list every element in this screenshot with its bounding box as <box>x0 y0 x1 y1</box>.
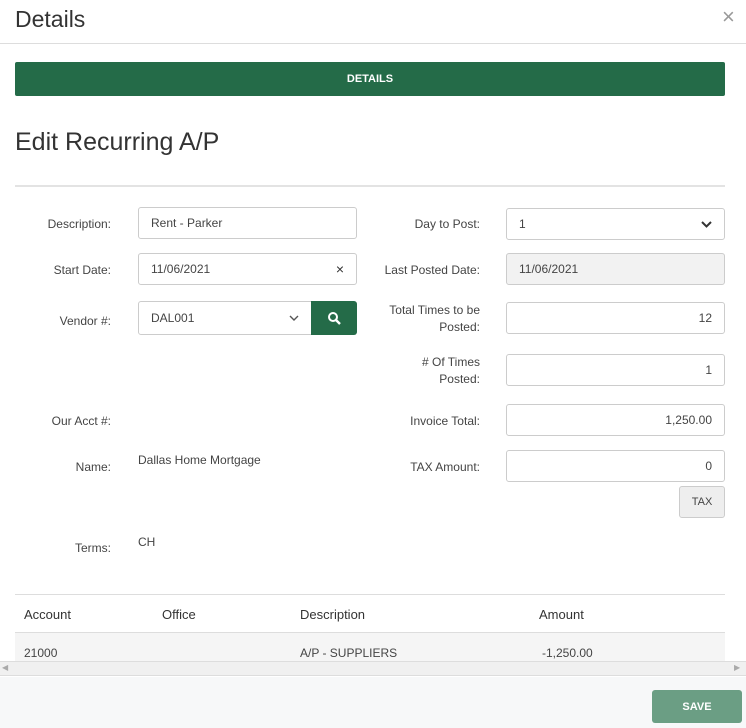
chevron-down-icon <box>289 315 299 321</box>
vendor-label: Vendor #: <box>59 314 111 328</box>
clear-icon[interactable]: × <box>336 261 344 277</box>
start-date-label: Start Date: <box>53 263 111 277</box>
description-label: Description: <box>47 217 111 231</box>
tax-amount-value: 0 <box>705 459 712 473</box>
column-header-account[interactable]: Account <box>24 607 71 622</box>
start-date-input[interactable]: 11/06/2021 × <box>138 253 357 285</box>
column-header-amount[interactable]: Amount <box>539 607 584 622</box>
tax-amount-input[interactable]: 0 <box>506 450 725 482</box>
start-date-value: 11/06/2021 <box>151 262 211 276</box>
divider <box>0 43 746 44</box>
terms-value: CH <box>138 535 156 549</box>
invoice-total-label: Invoice Total: <box>410 414 480 428</box>
details-tab[interactable]: DETAILS <box>15 62 725 96</box>
divider <box>15 594 725 595</box>
tax-button[interactable]: TAX <box>679 486 725 518</box>
description-value: Rent - Parker <box>151 216 223 230</box>
name-value: Dallas Home Mortgage <box>138 453 261 467</box>
times-posted-label: # Of Times Posted: <box>370 354 480 388</box>
times-posted-label-line: Posted: <box>439 372 480 386</box>
total-times-label-line: Total Times to be <box>389 303 480 317</box>
vendor-value: DAL001 <box>151 311 195 325</box>
total-times-value: 12 <box>698 311 712 325</box>
horizontal-scrollbar[interactable]: ◀ ▶ <box>0 661 746 676</box>
last-posted-value: 11/06/2021 <box>519 262 579 276</box>
scroll-right-icon[interactable]: ▶ <box>734 663 740 672</box>
cell-amount: -1,250.00 <box>542 646 593 660</box>
times-posted-label-line: # Of Times <box>421 355 480 369</box>
last-posted-input: 11/06/2021 <box>506 253 725 285</box>
modal-title: Details <box>15 6 86 32</box>
scroll-left-icon[interactable]: ◀ <box>2 663 8 672</box>
modal-footer <box>0 677 746 728</box>
total-times-label-line: Posted: <box>439 320 480 334</box>
description-input[interactable]: Rent - Parker <box>138 207 357 239</box>
column-header-description[interactable]: Description <box>300 607 365 622</box>
our-acct-label: Our Acct #: <box>51 414 111 428</box>
cell-description: A/P - SUPPLIERS <box>300 646 398 660</box>
save-button[interactable]: SAVE <box>652 690 742 723</box>
times-posted-value: 1 <box>705 363 712 377</box>
tax-amount-label: TAX Amount: <box>410 460 480 474</box>
page-title: Edit Recurring A/P <box>15 128 220 156</box>
terms-label: Terms: <box>75 541 111 555</box>
total-times-input[interactable]: 12 <box>506 302 725 334</box>
close-icon[interactable]: × <box>722 4 735 30</box>
total-times-label: Total Times to be Posted: <box>370 302 480 336</box>
column-header-office[interactable]: Office <box>162 607 196 622</box>
vendor-select[interactable]: DAL001 <box>138 301 312 335</box>
name-label: Name: <box>75 460 111 474</box>
times-posted-input[interactable]: 1 <box>506 354 725 386</box>
search-icon <box>328 312 341 325</box>
last-posted-label: Last Posted Date: <box>384 263 480 277</box>
day-to-post-label: Day to Post: <box>414 217 480 231</box>
day-to-post-value: 1 <box>519 217 526 231</box>
day-to-post-select[interactable]: 1 <box>506 208 725 240</box>
vendor-search-button[interactable] <box>311 301 357 335</box>
cell-account: 21000 <box>24 646 58 660</box>
divider <box>15 185 725 187</box>
invoice-total-value: 1,250.00 <box>665 413 712 427</box>
chevron-down-icon <box>701 220 712 228</box>
invoice-total-input[interactable]: 1,250.00 <box>506 404 725 436</box>
